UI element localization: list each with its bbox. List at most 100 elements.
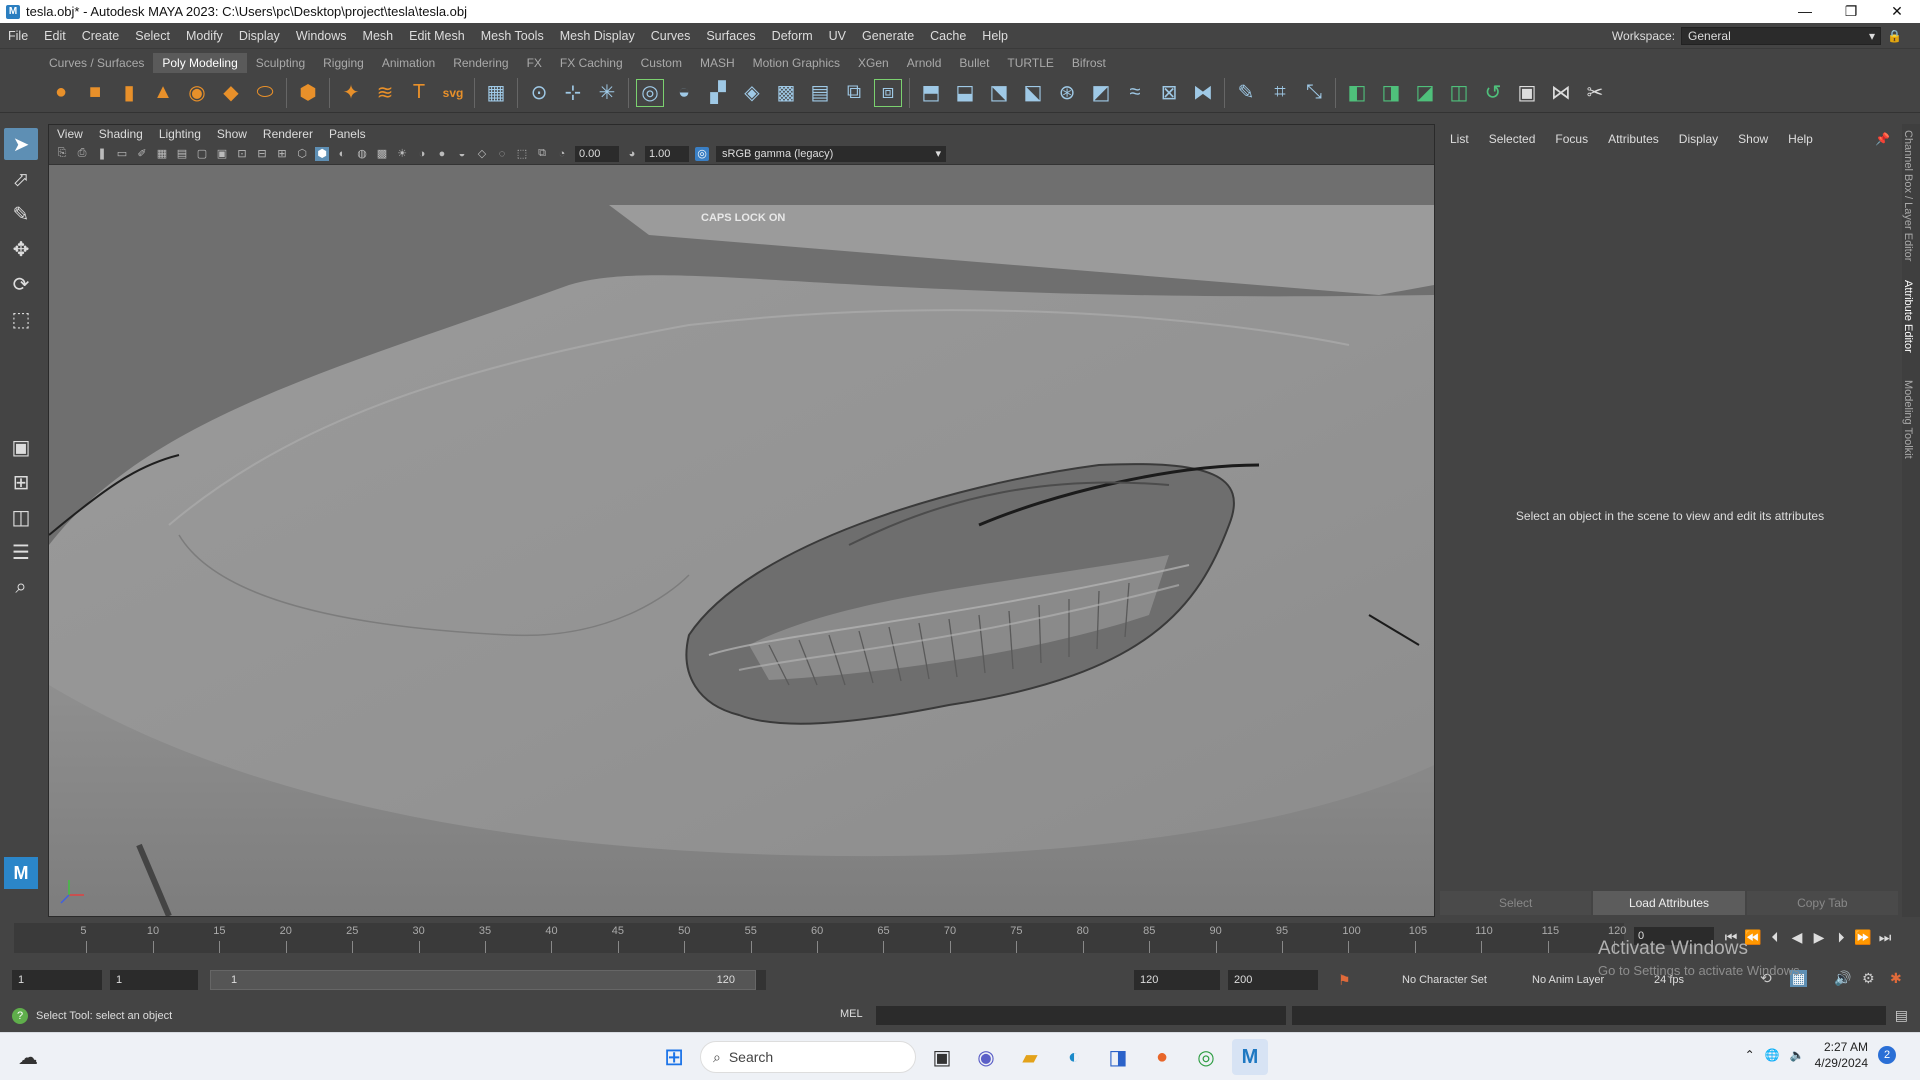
- shelf-tab-arnold[interactable]: Arnold: [898, 53, 951, 73]
- poly-cylinder-icon[interactable]: ▮: [115, 79, 143, 107]
- resolution-gate-icon[interactable]: ▢: [195, 147, 209, 161]
- bookmark-icon[interactable]: ❚: [95, 147, 109, 161]
- menu-select[interactable]: Select: [127, 23, 178, 49]
- center-pivot-icon[interactable]: ⊹: [559, 79, 587, 107]
- play-forward-icon[interactable]: ▶: [1808, 929, 1830, 946]
- menu-display[interactable]: Display: [231, 23, 288, 49]
- step-back-frame-icon[interactable]: ⏴: [1764, 929, 1786, 946]
- checker-icon[interactable]: ▣: [1513, 79, 1541, 107]
- close-button[interactable]: ✕: [1874, 0, 1920, 23]
- multi-cut-icon[interactable]: ✎: [1232, 79, 1260, 107]
- store-icon[interactable]: ◨: [1100, 1039, 1136, 1075]
- menu-uv[interactable]: UV: [821, 23, 854, 49]
- menu-cache[interactable]: Cache: [922, 23, 974, 49]
- uv-editor-icon[interactable]: ◧: [1343, 79, 1371, 107]
- animation-end-field[interactable]: 200: [1228, 970, 1318, 990]
- single-view-layout-icon[interactable]: ▣: [4, 431, 38, 463]
- chevron-up-icon[interactable]: ⌃: [1745, 1048, 1755, 1062]
- menu-windows[interactable]: Windows: [288, 23, 355, 49]
- bridge-icon[interactable]: ⬓: [951, 79, 979, 107]
- shelf-tab-animation[interactable]: Animation: [373, 53, 444, 73]
- cleanup-icon[interactable]: ⧈: [874, 78, 902, 107]
- edge-icon[interactable]: ◐: [1056, 1039, 1092, 1075]
- ae-menu-attributes[interactable]: Attributes: [1598, 124, 1669, 154]
- ambient-occlusion-icon[interactable]: ●: [435, 147, 449, 161]
- sound-icon[interactable]: 🔊: [1834, 970, 1851, 987]
- collapse-icon[interactable]: ⊠: [1155, 79, 1183, 107]
- exposure-icon[interactable]: ◔: [555, 147, 569, 161]
- start-icon[interactable]: ⊞: [656, 1039, 692, 1075]
- anim-prefs-icon[interactable]: ⚙: [1862, 970, 1875, 987]
- timeline-ruler[interactable]: 5 10 15 20 25 30 35 40 45 50 55 60 65 70 75 80 85 90 95 100…: [14, 923, 1626, 953]
- clock[interactable]: 2:27 AM 4/29/2024: [1815, 1039, 1868, 1071]
- separate-icon[interactable]: ◒: [670, 79, 698, 107]
- menu-curves[interactable]: Curves: [643, 23, 699, 49]
- wireframe-on-shaded-icon[interactable]: ◍: [355, 147, 369, 161]
- panel-menu-view[interactable]: View: [49, 125, 91, 143]
- field-chart-icon[interactable]: ⊡: [235, 147, 249, 161]
- menu-file[interactable]: File: [0, 23, 36, 49]
- menu-modify[interactable]: Modify: [178, 23, 231, 49]
- shelf-tab-custom[interactable]: Custom: [632, 53, 691, 73]
- ae-copy-tab-button[interactable]: Copy Tab: [1746, 891, 1898, 915]
- smooth-icon[interactable]: ▩: [772, 79, 800, 107]
- tab-attribute-editor[interactable]: Attribute Editor: [1902, 274, 1914, 374]
- ae-menu-list[interactable]: List: [1440, 124, 1479, 154]
- menu-edit[interactable]: Edit: [36, 23, 74, 49]
- xray-icon[interactable]: ◌: [495, 147, 509, 161]
- go-to-end-icon[interactable]: ⏭: [1874, 929, 1896, 946]
- widgets-icon[interactable]: ☁: [10, 1039, 46, 1075]
- safe-title-icon[interactable]: ⊞: [275, 147, 289, 161]
- shelf-tab-fx-caching[interactable]: FX Caching: [551, 53, 632, 73]
- grid-snap-icon[interactable]: ▦: [482, 79, 510, 107]
- shelf-tab-turtle[interactable]: TURTLE: [998, 53, 1062, 73]
- ae-menu-display[interactable]: Display: [1669, 124, 1728, 154]
- extrude-icon[interactable]: ⬒: [917, 79, 945, 107]
- exposure-field[interactable]: 0.00: [575, 145, 619, 162]
- panel-menu-renderer[interactable]: Renderer: [255, 125, 321, 143]
- shelf-tab-sculpting[interactable]: Sculpting: [247, 53, 314, 73]
- add-divisions-icon[interactable]: ⬕: [1019, 79, 1047, 107]
- playback-start-field[interactable]: 1: [110, 970, 198, 990]
- ae-select-button[interactable]: Select: [1440, 891, 1592, 915]
- volume-icon[interactable]: 🔈: [1790, 1048, 1805, 1062]
- xray-joints-icon[interactable]: ⬚: [515, 147, 529, 161]
- camera-attributes-icon[interactable]: ⎙: [75, 147, 89, 161]
- boolean-icon[interactable]: ◈: [738, 79, 766, 107]
- ae-menu-show[interactable]: Show: [1728, 124, 1778, 154]
- menu-mesh[interactable]: Mesh: [355, 23, 402, 49]
- task-view-icon[interactable]: ▣: [924, 1039, 960, 1075]
- gate-mask-icon[interactable]: ▣: [215, 147, 229, 161]
- range-slider-handle[interactable]: 1 120: [210, 970, 756, 990]
- shelf-tab-poly-modeling[interactable]: Poly Modeling: [153, 53, 247, 73]
- menu-mesh-tools[interactable]: Mesh Tools: [473, 23, 552, 49]
- poly-platonic-icon[interactable]: ⬢: [294, 79, 322, 107]
- workspace-dropdown[interactable]: General: [1681, 27, 1882, 45]
- fill-hole-icon[interactable]: ⊛: [1053, 79, 1081, 107]
- ae-menu-help[interactable]: Help: [1778, 124, 1823, 154]
- lights-icon[interactable]: ☀: [395, 147, 409, 161]
- sweep-mesh-icon[interactable]: ≋: [371, 79, 399, 107]
- step-forward-key-icon[interactable]: ⏩: [1852, 929, 1874, 946]
- tab-channel-box[interactable]: Channel Box / Layer Editor: [1902, 124, 1914, 274]
- poly-torus-icon[interactable]: ◉: [183, 79, 211, 107]
- 3d-viewport[interactable]: CAPS LOCK ON persp: [49, 165, 1434, 916]
- shelf-tab-motion-graphics[interactable]: Motion Graphics: [744, 53, 849, 73]
- shelf-tab-bifrost[interactable]: Bifrost: [1063, 53, 1115, 73]
- default-material-icon[interactable]: ◐: [335, 147, 349, 161]
- shelf-tab-bullet[interactable]: Bullet: [950, 53, 998, 73]
- scale-tool-icon[interactable]: ⬚: [4, 303, 38, 335]
- maya-taskbar-icon[interactable]: M: [1232, 1039, 1268, 1075]
- outliner-layout-icon[interactable]: ☰: [4, 536, 38, 568]
- pin-icon[interactable]: 📌: [1865, 124, 1900, 154]
- extract-icon[interactable]: ▞: [704, 79, 732, 107]
- script-editor-icon[interactable]: ▤: [1895, 1007, 1908, 1024]
- minimize-button[interactable]: —: [1782, 0, 1828, 23]
- textured-icon[interactable]: ▩: [375, 147, 389, 161]
- notification-badge[interactable]: 2: [1878, 1046, 1896, 1064]
- step-forward-frame-icon[interactable]: ⏵: [1830, 929, 1852, 946]
- character-set-label[interactable]: No Character Set: [1402, 974, 1487, 986]
- antialiasing-icon[interactable]: ◒: [455, 147, 469, 161]
- restore-button[interactable]: ❐: [1828, 0, 1874, 23]
- poke-icon[interactable]: ◩: [1087, 79, 1115, 107]
